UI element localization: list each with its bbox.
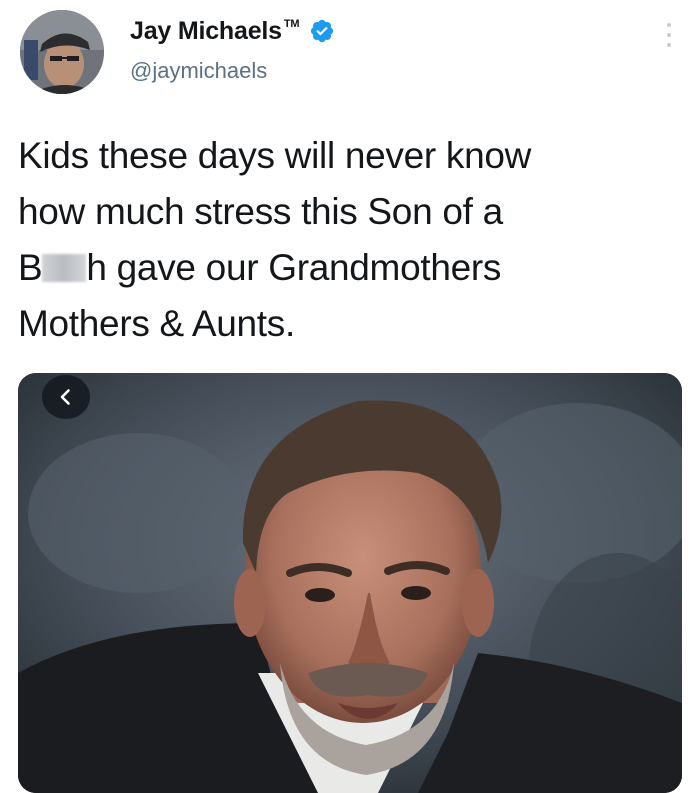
tweet-text-fragment: B: [18, 247, 43, 288]
tweet-text-line: Kids these days will never know: [18, 135, 532, 176]
tweet-text-line: Bh gave our Grandmothers: [18, 240, 678, 296]
censor-blur: [42, 254, 87, 282]
back-button[interactable]: [42, 375, 90, 419]
avatar[interactable]: [20, 10, 104, 94]
tweet-text-line: how much stress this Son of a: [18, 191, 503, 232]
back-chevron-icon: [60, 389, 70, 405]
tweet: Jay Michaels TM @jaymichaels Kids these d…: [0, 0, 700, 793]
tweet-text-line: Mothers & Aunts.: [18, 303, 295, 344]
media-photo: [18, 373, 682, 793]
more-options-icon[interactable]: [664, 20, 674, 50]
display-name-text: Jay Michaels: [130, 16, 282, 45]
user-name-row: Jay Michaels TM: [130, 14, 335, 48]
tweet-media[interactable]: [18, 373, 682, 793]
user-display-name[interactable]: Jay Michaels TM: [130, 16, 300, 46]
verified-badge-icon: [311, 19, 334, 43]
tweet-text-fragment: h gave our Grandmothers: [86, 247, 502, 288]
tweet-text: Kids these days will never know how much…: [18, 128, 678, 352]
trademark-label: TM: [283, 17, 300, 30]
user-handle[interactable]: @jaymichaels: [130, 58, 267, 84]
avatar-photo: [20, 10, 104, 94]
